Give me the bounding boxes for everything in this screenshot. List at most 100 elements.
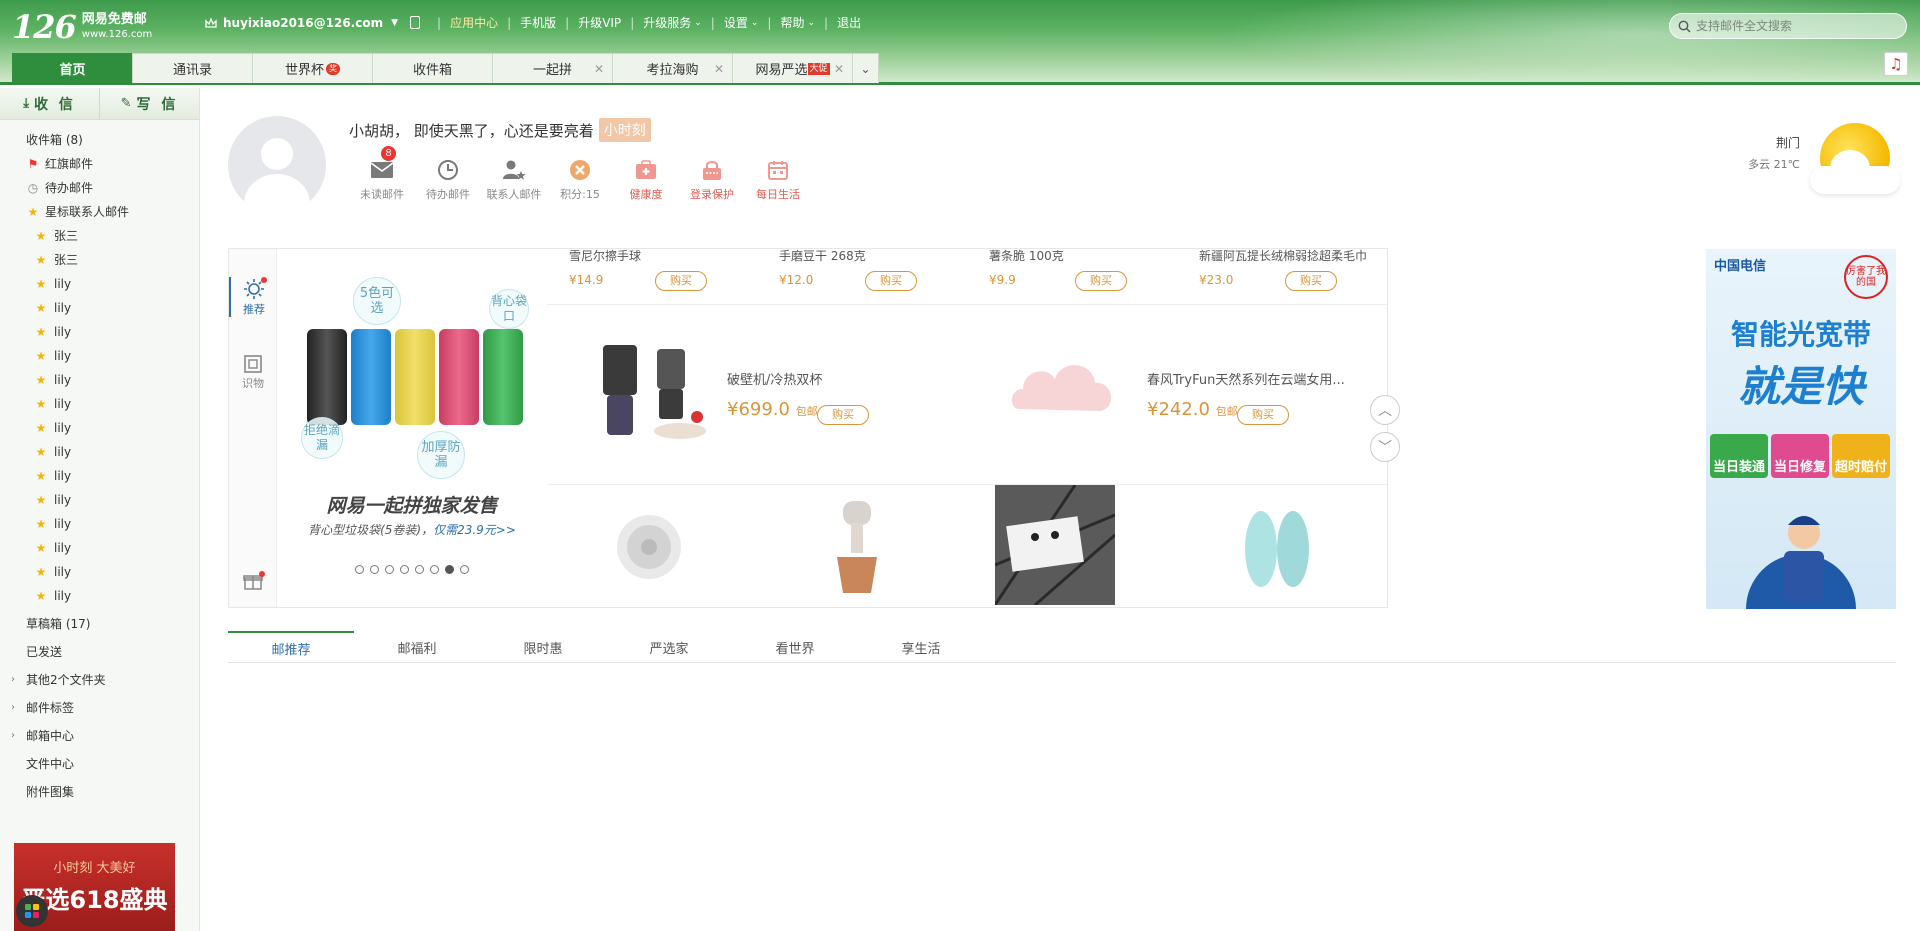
starred-contact[interactable]: ★ lily <box>0 536 199 560</box>
coin-icon <box>565 156 595 184</box>
tab-home[interactable]: 首页 <box>12 53 133 83</box>
product-card[interactable]: 雪尼尔擦手球 ¥14.9 购买 <box>547 249 757 305</box>
nav-upgrade-vip[interactable]: 升级VIP <box>578 14 621 31</box>
folder-other[interactable]: › 其他2个文件夹 <box>0 668 199 692</box>
star-icon: ★ <box>35 541 47 555</box>
sidebar-ad[interactable]: 小时刻 大美好 严选618盛典 <box>14 843 175 931</box>
starred-contact[interactable]: ★ lily <box>0 344 199 368</box>
phone-icon[interactable] <box>410 16 421 29</box>
product-image-socket[interactable] <box>993 484 1116 607</box>
close-icon[interactable]: ✕ <box>714 62 724 76</box>
starred-contact[interactable]: ★ lily <box>0 296 199 320</box>
nav-upgrade-service[interactable]: 升级服务 <box>643 14 691 31</box>
tab-world-cup[interactable]: 世界杯奖 <box>252 53 373 83</box>
quick-unread[interactable]: 8 未读邮件 <box>349 146 415 202</box>
tab-yiqipin[interactable]: 一起拼 ✕ <box>492 53 613 83</box>
nav-settings[interactable]: 设置 <box>724 14 748 31</box>
tab-recommend[interactable]: 邮推荐 <box>228 631 354 663</box>
nav-mobile[interactable]: 手机版 <box>520 14 556 31</box>
chevron-right-icon[interactable]: › <box>11 724 15 748</box>
tab-kaola[interactable]: 考拉海购 ✕ <box>612 53 733 83</box>
starred-contact[interactable]: ★ lily <box>0 440 199 464</box>
tab-contacts[interactable]: 通讯录 <box>132 53 253 83</box>
account-name[interactable]: huyixiao2016@126.com <box>223 16 383 30</box>
close-icon[interactable]: ✕ <box>834 62 844 76</box>
folder-drafts[interactable]: 草稿箱 (17) <box>0 612 199 636</box>
folder-flagged[interactable]: ⚑ 红旗邮件 <box>0 152 199 176</box>
weather-widget[interactable]: 荆门 多云 21℃ <box>1720 118 1900 198</box>
nav-app-center[interactable]: 应用中心 <box>450 14 498 31</box>
folder-starred[interactable]: ★ 星标联系人邮件 <box>0 200 199 224</box>
tab-more-button[interactable]: ⌄ <box>852 53 879 83</box>
compose-button[interactable]: ✎ 写 信 <box>100 88 199 119</box>
greeting-tag[interactable]: 小时刻 <box>598 118 651 142</box>
product-card[interactable]: 春风TryFun天然系列在云端女用... ¥242.0 包邮 购买 <box>967 305 1387 485</box>
buy-button[interactable]: 购买 <box>817 405 869 425</box>
promo-nav-identify[interactable]: 识物 <box>229 353 277 391</box>
quick-health[interactable]: 健康度 <box>613 156 679 202</box>
starred-contact[interactable]: ★ lily <box>0 512 199 536</box>
promo-nav-recommend[interactable]: 推荐 <box>229 277 277 317</box>
music-icon[interactable]: ♫ <box>1884 52 1908 76</box>
buy-button[interactable]: 购买 <box>1285 271 1337 291</box>
tab-benefits[interactable]: 邮福利 <box>354 631 480 663</box>
starred-contact[interactable]: ★ 张三 <box>0 224 199 248</box>
account-dropdown-icon[interactable]: ▼ <box>391 18 398 28</box>
quick-todo[interactable]: 待办邮件 <box>415 156 481 202</box>
buy-button[interactable]: 购买 <box>1237 405 1289 425</box>
starred-contact[interactable]: ★ 张三 <box>0 248 199 272</box>
starred-contact[interactable]: ★ lily <box>0 464 199 488</box>
product-image-slippers[interactable] <box>1237 503 1317 593</box>
tab-limited-deals[interactable]: 限时惠 <box>480 631 606 663</box>
chevron-right-icon[interactable]: › <box>11 668 15 692</box>
tab-yanxuan-home[interactable]: 严选家 <box>606 631 732 663</box>
logo[interactable]: 126 网易免费邮 www.126.com <box>12 8 152 46</box>
chevron-right-icon[interactable]: › <box>11 696 15 720</box>
apps-icon[interactable] <box>16 895 48 927</box>
quick-login-protect[interactable]: 登录保护 <box>679 156 745 202</box>
folder-attachments[interactable]: 附件图集 <box>0 780 199 804</box>
buy-button[interactable]: 购买 <box>655 271 707 291</box>
starred-contact[interactable]: ★ lily <box>0 272 199 296</box>
tab-inbox[interactable]: 收件箱 <box>372 53 493 83</box>
folder-tags[interactable]: › 邮件标签 <box>0 696 199 720</box>
product-image-steamer[interactable] <box>827 497 887 597</box>
scroll-up-button[interactable]: ︿ <box>1370 395 1400 425</box>
tab-world[interactable]: 看世界 <box>732 631 858 663</box>
buy-button[interactable]: 购买 <box>1075 271 1127 291</box>
starred-contact[interactable]: ★ lily <box>0 584 199 608</box>
folder-todo[interactable]: ◷ 待办邮件 <box>0 176 199 200</box>
receive-button[interactable]: ⤓ 收 信 <box>0 88 100 119</box>
tab-life[interactable]: 享生活 <box>858 631 984 663</box>
quick-contact-mail[interactable]: 联系人邮件 <box>481 156 547 202</box>
product-card[interactable]: 薯条脆 100克 ¥9.9 购买 <box>967 249 1177 305</box>
starred-contact[interactable]: ★ lily <box>0 416 199 440</box>
product-card[interactable]: 新疆阿瓦提长绒棉弱捻超柔毛巾 ¥23.0 购买 <box>1177 249 1387 305</box>
folder-mailbox-center[interactable]: › 邮箱中心 <box>0 724 199 748</box>
folder-file-center[interactable]: 文件中心 <box>0 752 199 776</box>
nav-logout[interactable]: 退出 <box>837 14 861 31</box>
gift-icon[interactable] <box>229 571 277 591</box>
quick-daily-life[interactable]: 每日生活 <box>745 156 811 202</box>
starred-contact[interactable]: ★ lily <box>0 320 199 344</box>
buy-button[interactable]: 购买 <box>865 271 917 291</box>
starred-contact[interactable]: ★ lily <box>0 392 199 416</box>
tab-yanxuan[interactable]: 网易严选 大促 ✕ <box>732 53 853 83</box>
promo-banner[interactable]: 5色可选 背心袋口 拒绝滴漏 加厚防漏 网易一起拼独家发售 背心型垃圾袋(5卷装… <box>277 249 547 607</box>
scroll-down-button[interactable]: ﹀ <box>1370 432 1400 462</box>
product-card[interactable]: 破壁机/冷热双杯 ¥699.0 包邮 购买 <box>547 305 967 485</box>
folder-sent[interactable]: 已发送 <box>0 640 199 664</box>
search-input[interactable] <box>1696 19 1896 33</box>
starred-contact[interactable]: ★ lily <box>0 488 199 512</box>
product-image-pan[interactable] <box>613 511 685 583</box>
starred-contact[interactable]: ★ lily <box>0 560 199 584</box>
folder-inbox[interactable]: 收件箱 (8) <box>0 128 199 152</box>
product-card[interactable]: 手磨豆干 268克 ¥12.0 购买 <box>757 249 967 305</box>
close-icon[interactable]: ✕ <box>594 62 604 76</box>
telecom-ad[interactable]: 中国电信 厉害了我的国 智能光宽带 就是快 当日装通 当日修复 超时赔付 <box>1706 249 1896 609</box>
avatar[interactable] <box>228 116 326 214</box>
search-icon[interactable] <box>1678 20 1691 33</box>
nav-help[interactable]: 帮助 <box>780 14 804 31</box>
starred-contact[interactable]: ★ lily <box>0 368 199 392</box>
quick-points[interactable]: 积分:15 <box>547 156 613 202</box>
